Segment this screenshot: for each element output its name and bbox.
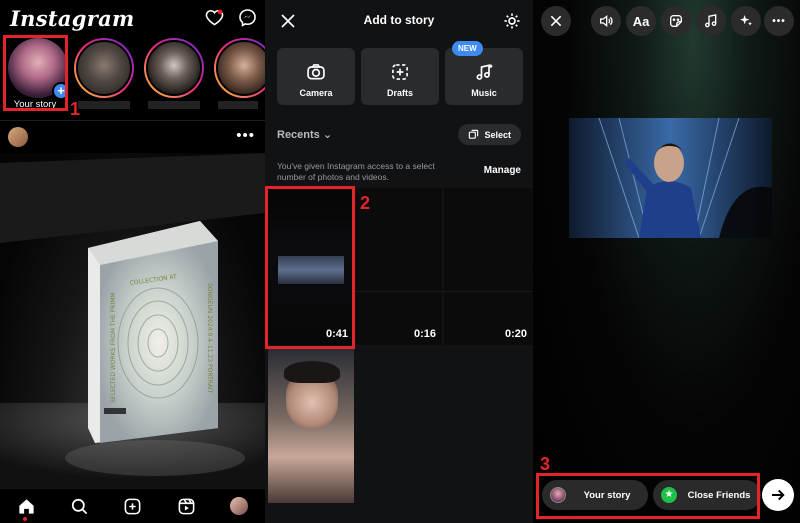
add-story-plus-icon[interactable]: + [52,82,70,100]
post-image: COLLECTION AT SELECTED WORKS FROM THE PR… [0,153,265,488]
video-preview [278,256,344,284]
your-story-share-label: Your story [583,489,631,501]
thumb-divider [356,291,442,292]
arrow-right-icon [772,489,785,501]
step-number-1: 1 [70,99,81,119]
close-friends-label: Close Friends [687,489,751,501]
settings-gear-icon[interactable] [503,12,521,30]
more-options-icon: ••• [772,15,786,27]
sparkles-icon [740,15,752,26]
instagram-logo: Instagram [10,6,135,31]
post-author-avatar[interactable] [8,127,28,147]
select-button[interactable]: Select [458,124,521,145]
step-number-2: 2 [360,193,371,213]
gallery-photo-thumbnail[interactable] [268,349,354,503]
sound-button[interactable] [591,6,621,36]
feed-top-icons [205,8,257,27]
svg-text:SELECTED WORKS FROM THE PRIMM: SELECTED WORKS FROM THE PRIMM [110,292,117,403]
svg-text:SONGEUN 2024.9.4–11.23 PORTRA: SONGEUN 2024.9.4–11.23 PORTRAIT [206,283,213,394]
select-label: Select [484,129,511,140]
story-media [569,118,772,238]
your-story-label: Your story [13,99,57,110]
text-tool-button[interactable]: Aa [626,6,656,36]
more-options-button[interactable]: ••• [764,6,794,36]
story-avatar[interactable] [214,38,265,98]
video-duration: 0:16 [413,328,436,340]
video-duration: 0:41 [325,328,348,340]
camera-tile[interactable]: Camera [277,48,355,105]
music-tile[interactable]: NEW Music [445,41,523,105]
profile-avatar[interactable] [229,497,248,515]
gallery-video-thumbnail[interactable]: 0:41 [268,188,354,345]
next-button[interactable] [762,479,794,511]
new-badge: NEW [452,41,483,56]
speaker-icon [600,14,613,28]
feed-panel: Instagram + Your story 1 ••• COLLECTION … [0,0,265,523]
close-icon [550,15,562,27]
heart-icon[interactable] [205,8,224,27]
recents-dropdown[interactable]: Recents ⌄ [277,128,332,141]
story-name-placeholder [218,101,258,109]
more-options-icon[interactable]: ••• [236,127,255,144]
video-duration: 0:20 [504,328,527,340]
drafts-icon [392,64,408,80]
music-note-icon [705,14,717,28]
sticker-icon [670,15,682,27]
chevron-down-icon: ⌄ [322,129,333,141]
close-editor-button[interactable] [541,6,571,36]
music-button[interactable] [696,6,726,36]
reels-icon[interactable] [177,497,196,516]
your-story-avatar[interactable]: + [8,38,70,100]
thumb-divider [444,291,533,292]
drafts-label: Drafts [386,88,413,98]
create-post-icon[interactable] [123,497,142,516]
photo-hair [284,361,340,383]
drafts-tile[interactable]: Drafts [361,48,439,105]
story-name-placeholder [78,101,130,109]
home-icon[interactable] [17,497,36,516]
post-header: ••• [0,120,265,152]
multi-select-icon [469,129,479,139]
music-label: Music [471,88,497,98]
your-story-avatar [550,487,566,503]
camera-icon [307,64,325,80]
story-avatar[interactable] [144,38,204,98]
your-story-share-button[interactable]: Your story [542,480,648,510]
story-name-placeholder [148,101,200,109]
story-toolbar: Aa ••• [533,6,800,36]
star-icon: ★ [661,487,677,503]
add-to-story-panel: Add to story Camera Drafts NEW Music Rec… [265,0,533,523]
music-note-icon [476,64,493,80]
step-number-3: 3 [540,454,551,474]
story-background [533,0,800,523]
effects-button[interactable] [731,6,761,36]
sticker-button[interactable] [661,6,691,36]
recents-label: Recents [277,129,320,141]
add-to-story-title: Add to story [363,13,435,27]
story-editor-panel: Aa ••• Your story ★ Close Friends 3 [533,0,800,523]
access-note: You've given Instagram access to a selec… [277,161,435,182]
messenger-icon[interactable] [238,8,257,27]
bottom-nav [0,488,265,523]
share-bar: Your story ★ Close Friends [533,476,800,516]
story-source-tiles: Camera Drafts NEW Music [277,41,523,105]
search-icon[interactable] [70,497,89,516]
active-tab-dot [23,517,27,521]
story-avatar[interactable] [74,38,134,98]
gallery-video-thumbnail[interactable]: 0:20 [444,188,533,345]
manage-link[interactable]: Manage [484,165,521,176]
close-friends-share-button[interactable]: ★ Close Friends [653,480,761,510]
camera-label: Camera [299,88,333,98]
